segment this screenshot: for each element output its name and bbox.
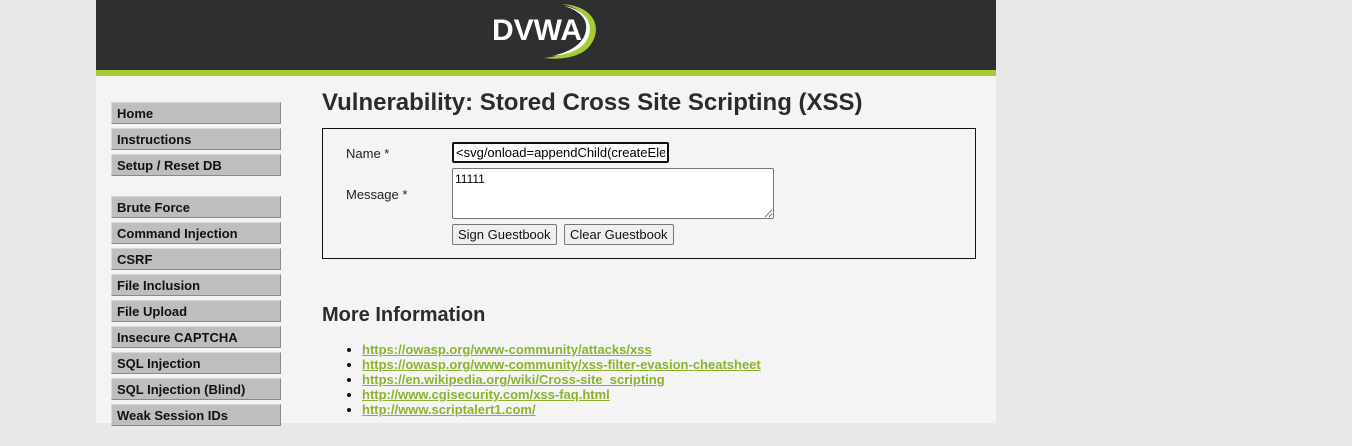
sidebar-item-file-upload[interactable]: File Upload	[111, 300, 281, 322]
sidebar-item-instructions[interactable]: Instructions	[111, 128, 281, 150]
dvwa-logo: DVWA	[492, 4, 596, 59]
list-item: http://www.scriptalert1.com/	[362, 402, 761, 417]
sidebar-item-setup-reset-db[interactable]: Setup / Reset DB	[111, 154, 281, 176]
more-information-heading: More Information	[322, 304, 486, 326]
sidebar-item-file-inclusion[interactable]: File Inclusion	[111, 274, 281, 296]
link-cgisecurity-xss-faq[interactable]: http://www.cgisecurity.com/xss-faq.html	[362, 387, 610, 402]
sidebar-item-sql-injection-blind[interactable]: SQL Injection (Blind)	[111, 378, 281, 400]
link-owasp-xss[interactable]: https://owasp.org/www-community/attacks/…	[362, 342, 652, 357]
page-container: DVWA Home Instructions Setup / Reset DB …	[96, 0, 996, 426]
list-item: http://www.cgisecurity.com/xss-faq.html	[362, 387, 761, 402]
link-scriptalert1[interactable]: http://www.scriptalert1.com/	[362, 402, 536, 417]
message-label: Message *	[346, 187, 408, 202]
link-wikipedia-xss[interactable]: https://en.wikipedia.org/wiki/Cross-site…	[362, 372, 665, 387]
list-item: https://owasp.org/www-community/attacks/…	[362, 342, 761, 357]
list-item: https://owasp.org/www-community/xss-filt…	[362, 357, 761, 372]
name-label: Name *	[346, 146, 390, 161]
sidebar-item-command-injection[interactable]: Command Injection	[111, 222, 281, 244]
page-title: Vulnerability: Stored Cross Site Scripti…	[322, 89, 863, 116]
sidebar-item-brute-force[interactable]: Brute Force	[111, 196, 281, 218]
logo-text: DVWA	[492, 14, 582, 47]
guestbook-form-box: Name * Message * 11111 Sign Guestbook Cl…	[322, 128, 976, 259]
sign-guestbook-button[interactable]: Sign Guestbook	[452, 224, 557, 245]
name-input[interactable]	[452, 142, 669, 163]
sidebar-item-home[interactable]: Home	[111, 102, 281, 124]
link-owasp-xss-cheatsheet[interactable]: https://owasp.org/www-community/xss-filt…	[362, 357, 761, 372]
more-information-links: https://owasp.org/www-community/attacks/…	[342, 342, 761, 417]
menu-group-vulnerabilities: Brute Force Command Injection CSRF File …	[111, 196, 281, 426]
sidebar-item-sql-injection[interactable]: SQL Injection	[111, 352, 281, 374]
list-item: https://en.wikipedia.org/wiki/Cross-site…	[362, 372, 761, 387]
sidebar-item-csrf[interactable]: CSRF	[111, 248, 281, 270]
clear-guestbook-button[interactable]: Clear Guestbook	[564, 224, 674, 245]
header: DVWA	[96, 0, 996, 76]
sidebar-item-insecure-captcha[interactable]: Insecure CAPTCHA	[111, 326, 281, 348]
main-content: Vulnerability: Stored Cross Site Scripti…	[322, 88, 982, 417]
message-textarea[interactable]: 11111	[452, 168, 774, 219]
sidebar-menu: Home Instructions Setup / Reset DB Brute…	[111, 102, 281, 446]
menu-group-general: Home Instructions Setup / Reset DB	[111, 102, 281, 176]
